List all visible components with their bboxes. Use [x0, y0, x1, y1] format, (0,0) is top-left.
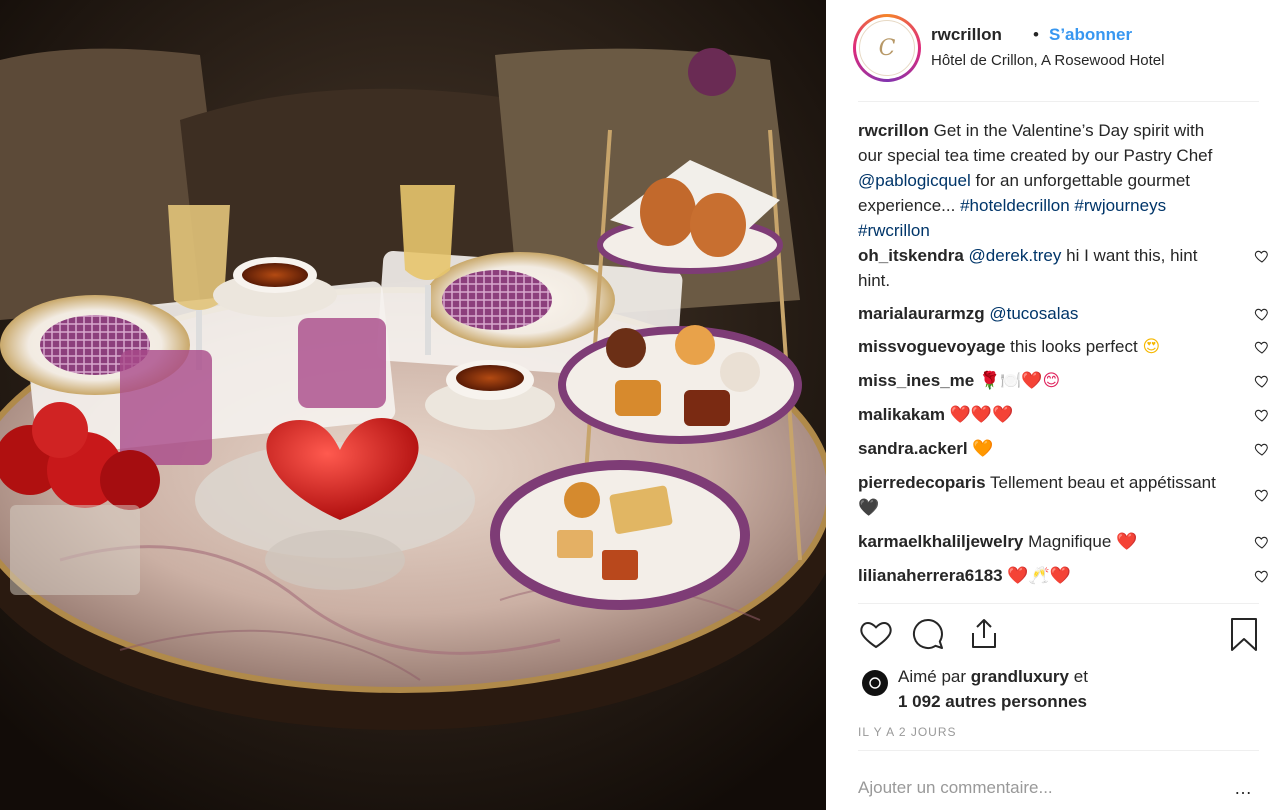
likes-user-link[interactable]: grandluxury: [971, 667, 1069, 686]
comment-username[interactable]: lilianaherrera6183: [858, 566, 1003, 585]
comment-like-icon[interactable]: [1254, 373, 1270, 389]
comment-like-icon[interactable]: [1254, 487, 1270, 503]
bookmark-icon[interactable]: [1226, 616, 1262, 652]
comment-like-icon[interactable]: [1254, 339, 1270, 355]
comment-row: malikakam ❤️❤️❤️: [858, 402, 1268, 428]
caption: rwcrillon Get in the Valentine’s Day spi…: [858, 118, 1258, 243]
tea-time-photo: [0, 0, 826, 810]
caption-username[interactable]: rwcrillon: [858, 121, 929, 140]
heart-icon[interactable]: [858, 616, 894, 652]
comment-icon[interactable]: [910, 616, 946, 652]
comment-row: miss_ines_me 🌹🍽️❤️😊: [858, 368, 1268, 394]
liker-avatar[interactable]: [862, 670, 888, 696]
comment-row: pierredecoparis Tellement beau et appéti…: [858, 470, 1268, 521]
comment-emoji: ❤️🥂❤️: [1007, 566, 1071, 586]
comment-row: lilianaherrera6183 ❤️🥂❤️: [858, 563, 1268, 589]
comment-like-icon[interactable]: [1254, 534, 1270, 550]
comment-text: Tellement beau et appétissant: [989, 473, 1216, 492]
likes-conjunction: et: [1073, 667, 1088, 686]
comment-text: this looks perfect: [1010, 337, 1138, 356]
comment-username[interactable]: malikakam: [858, 405, 945, 424]
comment-emoji: 🧡: [972, 439, 994, 459]
follow-button[interactable]: S’abonner: [1049, 25, 1132, 45]
comment-row: marialaurarmzg @tucosalas: [858, 301, 1268, 326]
header-username[interactable]: rwcrillon: [931, 25, 1002, 45]
comment-username[interactable]: pierredecoparis: [858, 473, 986, 492]
share-icon[interactable]: [966, 616, 1002, 652]
comment-row: sandra.ackerl 🧡: [858, 436, 1268, 462]
action-bar: [858, 616, 1258, 656]
comment-username[interactable]: missvoguevoyage: [858, 337, 1005, 356]
likes-count-link[interactable]: 1 092 autres personnes: [898, 692, 1087, 711]
comment-username[interactable]: karmaelkhaliljewelry: [858, 532, 1023, 551]
comment-text: Magnifique: [1028, 532, 1112, 551]
comments-list: rwcrillon Get in the Valentine’s Day spi…: [858, 118, 1268, 597]
actions-divider: [858, 603, 1259, 604]
post-header: C rwcrillon • S’abonner Hôtel de Crillon…: [826, 0, 1277, 102]
post-photo[interactable]: [0, 0, 826, 810]
header-separator-dot: •: [1033, 25, 1039, 44]
comment-emoji: 🖤: [858, 498, 880, 518]
comment-like-icon[interactable]: [1254, 248, 1270, 264]
profile-avatar[interactable]: C: [853, 14, 921, 82]
comment-emoji: 😍: [1142, 337, 1161, 357]
comment-like-icon[interactable]: [1254, 441, 1270, 457]
header-divider: [858, 101, 1259, 102]
post-sidebar: C rwcrillon • S’abonner Hôtel de Crillon…: [826, 0, 1277, 810]
caption-mention[interactable]: @pablogicquel: [858, 171, 971, 190]
comment-box-divider: [858, 750, 1259, 751]
avatar-logo: C: [859, 20, 915, 76]
likes-prefix: Aimé par: [898, 667, 967, 686]
comment-username[interactable]: miss_ines_me: [858, 371, 974, 390]
comment-row: oh_itskendra @derek.trey hi I want this,…: [858, 243, 1268, 293]
comment-mention[interactable]: @tucosalas: [989, 304, 1078, 323]
location-link[interactable]: Hôtel de Crillon, A Rosewood Hotel: [931, 52, 1164, 69]
comment-like-icon[interactable]: [1254, 568, 1270, 584]
add-comment-input[interactable]: Ajouter un commentaire...: [858, 778, 1053, 798]
comment-row: missvoguevoyage this looks perfect 😍: [858, 334, 1268, 360]
likes-text: Aimé par grandluxury et 1 092 autres per…: [898, 664, 1088, 714]
comment-username[interactable]: marialaurarmzg: [858, 304, 985, 323]
more-options-icon[interactable]: …: [1234, 778, 1253, 799]
comment-mention[interactable]: @derek.trey: [969, 246, 1062, 265]
post-timestamp[interactable]: IL Y A 2 JOURS: [858, 725, 957, 739]
comment-emoji: 🌹🍽️❤️😊: [978, 371, 1061, 391]
comment-row: karmaelkhaliljewelry Magnifique ❤️: [858, 529, 1268, 555]
comment-like-icon[interactable]: [1254, 407, 1270, 423]
comment-emoji: ❤️: [1116, 532, 1138, 552]
comment-like-icon[interactable]: [1254, 306, 1270, 322]
comment-username[interactable]: oh_itskendra: [858, 246, 964, 265]
comment-username[interactable]: sandra.ackerl: [858, 439, 968, 458]
comment-emoji: ❤️❤️❤️: [949, 405, 1014, 425]
